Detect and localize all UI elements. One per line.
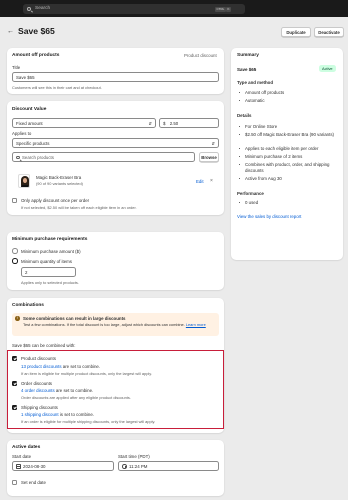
- chevron-updown-icon: ⇵: [211, 141, 215, 146]
- bullet-icon: [239, 100, 241, 102]
- once-per-order-checkbox[interactable]: [12, 198, 17, 203]
- bullet-icon: [239, 92, 241, 94]
- bullet-icon: [239, 164, 241, 166]
- once-per-order-label: Only apply discount once per order: [21, 198, 90, 203]
- value-type-value: Fixed amount: [16, 121, 43, 126]
- once-per-order-help: If not selected, $2.50 will be taken off…: [21, 205, 137, 210]
- warning-title: Some combinations can result in large di…: [23, 316, 126, 321]
- amount-off-card: Amount off products Product discount Tit…: [7, 48, 224, 94]
- card-heading: Combinations: [12, 303, 44, 308]
- product-search-input[interactable]: Search products: [12, 152, 195, 162]
- highlight-box: [7, 350, 224, 429]
- global-search[interactable]: Search CTRL K: [23, 4, 245, 14]
- clock-icon: [122, 464, 127, 469]
- browse-button[interactable]: Browse: [199, 152, 219, 162]
- type-item: Amount off products: [245, 90, 285, 95]
- details-item: For Online Store: [245, 124, 278, 129]
- arrow-left-icon[interactable]: ←: [7, 28, 14, 35]
- details-item: Applies to each eligible item per order: [245, 146, 319, 151]
- bullet-icon: [239, 178, 241, 180]
- start-date-label: Start date: [12, 454, 32, 459]
- deactivate-button[interactable]: Deactivate: [314, 27, 344, 37]
- value-type-select[interactable]: Fixed amount ⇵: [12, 118, 156, 128]
- product-thumbnail: [18, 174, 30, 188]
- applies-to-label: Applies to: [12, 131, 32, 136]
- chevron-updown-icon: ⇵: [148, 121, 152, 126]
- details-item: Active from Aug 30: [245, 176, 282, 181]
- top-bar: Search CTRL K: [0, 0, 348, 17]
- min-amount-label: Minimum purchase amount ($): [21, 249, 81, 254]
- page-header: ← Save $65 Duplicate Deactivate: [0, 17, 348, 47]
- bullet-icon: [239, 134, 241, 136]
- amount-input[interactable]: $ 2.50: [159, 118, 219, 128]
- title-input[interactable]: Save $65: [12, 72, 219, 82]
- page-title: Save $65: [18, 26, 55, 36]
- card-heading: Active dates: [12, 445, 41, 450]
- applies-to-value: Specific products: [16, 141, 50, 146]
- warning-body: Test a few combinations. If the total di…: [23, 322, 185, 327]
- bullet-icon: [239, 202, 241, 204]
- card-heading: Discount Value: [12, 107, 47, 112]
- details-heading: Details: [237, 113, 252, 118]
- product-variants: (90 of 90 variants selected): [36, 181, 83, 186]
- calendar-icon: [16, 464, 21, 469]
- bullet-icon: [239, 148, 241, 150]
- summary-card: Summary Save $65 Active Type and method …: [231, 48, 343, 260]
- discount-value-card: Discount Value Fixed amount ⇵ $ 2.50 App…: [7, 101, 224, 215]
- sales-report-link[interactable]: View the sales by discount report: [237, 214, 301, 219]
- min-quantity-label: Minimum quantity of items: [21, 259, 72, 264]
- combinations-warning-banner: ! Some combinations can result in large …: [12, 313, 219, 336]
- start-time-label: Start time (PDT): [118, 454, 150, 459]
- shortcut-ctrl: CTRL: [215, 6, 226, 12]
- start-date-value: 2024-08-30: [23, 464, 46, 469]
- product-search-placeholder: Search products: [22, 155, 54, 160]
- start-date-input[interactable]: 2024-08-30: [12, 461, 114, 471]
- min-quantity-help: Applies only to selected products.: [21, 280, 79, 285]
- duplicate-button[interactable]: Duplicate: [281, 27, 311, 37]
- title-help: Customers will see this in their cart an…: [12, 85, 102, 90]
- applies-to-select[interactable]: Specific products ⇵: [12, 138, 219, 148]
- warning-text: Test a few combinations. If the total di…: [23, 322, 215, 327]
- combine-label: Save $65 can be combined with:: [12, 343, 76, 348]
- search-icon: [16, 155, 20, 160]
- product-name: Magic Back-Eraser Bra: [36, 175, 82, 180]
- set-end-date-label: Set end date: [21, 480, 46, 485]
- discount-type-label: Product discount: [184, 53, 217, 58]
- status-badge: Active: [319, 65, 336, 72]
- start-time-input[interactable]: 11:24 PM: [118, 461, 219, 471]
- details-item: Combines with product, order, and shippi…: [245, 162, 330, 173]
- edit-product-link[interactable]: Edit: [196, 179, 204, 184]
- active-dates-card: Active dates Start date 2024-08-30 Start…: [7, 440, 224, 496]
- shortcut-k: K: [226, 6, 232, 12]
- card-heading: Amount off products: [12, 53, 60, 58]
- set-end-date-checkbox[interactable]: [12, 480, 17, 485]
- warning-icon: !: [15, 316, 20, 321]
- summary-discount-name: Save $65: [237, 67, 257, 72]
- card-heading: Minimum purchase requirements: [12, 237, 88, 242]
- search-placeholder: Search: [35, 6, 51, 11]
- learn-more-link[interactable]: Learn more: [186, 322, 206, 327]
- min-quantity-radio[interactable]: [12, 258, 18, 264]
- type-item: Automatic: [245, 98, 265, 103]
- title-field-label: Title: [12, 65, 21, 70]
- min-quantity-input[interactable]: 2: [21, 267, 76, 277]
- min-purchase-card: Minimum purchase requirements Minimum pu…: [7, 232, 224, 290]
- close-icon[interactable]: ×: [210, 178, 213, 184]
- min-amount-radio[interactable]: [12, 248, 18, 254]
- bullet-icon: [239, 156, 241, 158]
- currency-symbol: $: [163, 121, 166, 126]
- performance-heading: Performance: [237, 191, 264, 196]
- details-item: Minimum purchase of 2 items: [245, 154, 303, 159]
- summary-heading: Summary: [237, 53, 259, 58]
- start-time-value: 11:24 PM: [129, 464, 148, 469]
- performance-value: 0 used: [245, 200, 259, 205]
- bullet-icon: [239, 126, 241, 128]
- amount-value: 2.50: [169, 121, 179, 126]
- details-item: $2.50 off Magic Back-Eraser Bra (90 vari…: [245, 132, 334, 137]
- type-method-heading: Type and method: [237, 80, 274, 85]
- search-icon: [27, 6, 31, 11]
